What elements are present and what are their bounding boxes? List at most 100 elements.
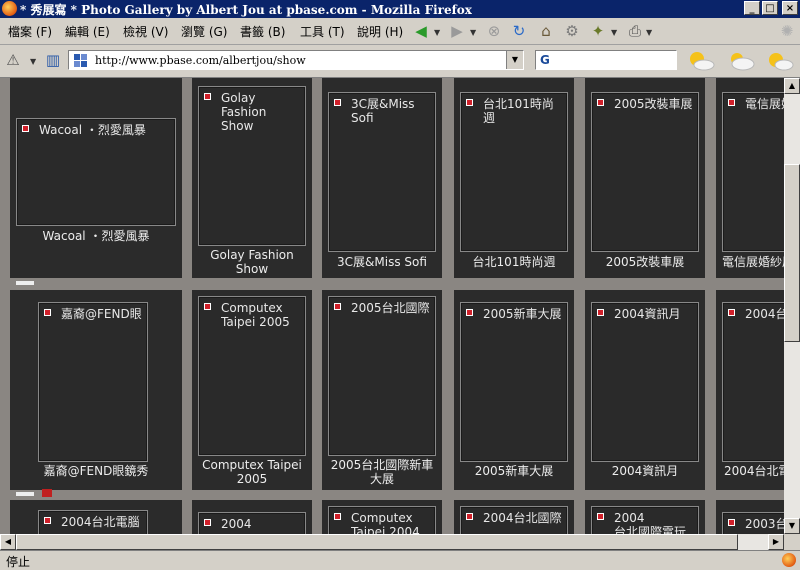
home-icon[interactable]: ⌂ (537, 22, 555, 40)
gallery-thumbnail[interactable]: 2004台北 (722, 302, 784, 462)
gallery-caption[interactable]: 2005改裝車展 (585, 255, 705, 269)
reload-icon[interactable]: ↻ (510, 22, 528, 40)
gallery-thumbnail[interactable]: 2004 (198, 512, 306, 534)
gallery-thumbnail[interactable]: 2003台 (722, 512, 784, 534)
warning-dropdown-icon[interactable]: ▼ (30, 57, 36, 66)
gallery-tile[interactable]: 2004台北 2004台北電 (716, 290, 784, 490)
search-box[interactable]: G (535, 50, 677, 70)
vertical-scroll-thumb[interactable] (784, 164, 800, 342)
gallery-thumbnail[interactable]: 台北101時尚週 (460, 92, 568, 252)
gallery-thumbnail[interactable]: 嘉裔@FEND眼 (38, 302, 148, 462)
scroll-down-icon[interactable]: ▼ (784, 518, 800, 534)
forward-dropdown-icon[interactable]: ▼ (470, 28, 476, 37)
horizontal-scrollbar[interactable]: ◀ ▶ (0, 534, 784, 550)
address-dropdown-button[interactable]: ▼ (506, 51, 523, 69)
vertical-scrollbar[interactable]: ▲ ▼ (784, 78, 800, 534)
gallery-caption[interactable]: 嘉裔@FEND眼鏡秀 (10, 464, 182, 478)
menu-help[interactable]: 說明 (H) (357, 23, 403, 40)
bullet-icon (728, 99, 735, 106)
scroll-left-icon[interactable]: ◀ (0, 534, 16, 550)
bullet-icon (204, 519, 211, 526)
gallery-tile[interactable]: 2004台北國際 (454, 500, 574, 534)
gallery-thumbnail[interactable]: Golay Fashion Show (198, 86, 306, 246)
menu-bar: 檔案 (F) 編輯 (E) 檢視 (V) 瀏覽 (G) 書籤 (B) 工具 (T… (0, 18, 800, 45)
gallery-thumbnail[interactable]: 3C展&Miss Sofi (328, 92, 436, 252)
gallery-thumbnail[interactable]: Wacoal ・烈愛風暴 (16, 118, 176, 226)
forward-icon[interactable]: ▶ (448, 22, 466, 40)
gallery-tile[interactable]: 2004資訊月 2004資訊月 (585, 290, 705, 490)
gallery-thumbnail[interactable]: 2004台北國際 (460, 506, 568, 534)
weather-sunny-icon[interactable] (764, 49, 794, 73)
gallery-thumbnail[interactable]: 電信展婚紗 (722, 92, 784, 252)
gallery-thumbnail[interactable]: Computex Taipei 2005 (198, 296, 306, 456)
gallery-caption[interactable]: 台北101時尚週 (454, 255, 574, 269)
gallery-thumbnail[interactable]: 2004資訊月 (591, 302, 699, 462)
gallery-tile[interactable]: Golay Fashion Show Golay Fashion Show (192, 78, 312, 278)
bullet-icon (466, 309, 473, 316)
gallery-thumbnail[interactable]: 2005台北國際 (328, 296, 436, 456)
search-engine-icon[interactable]: G (540, 53, 550, 67)
stop-icon[interactable]: ⊗ (485, 22, 503, 40)
gallery-tile[interactable]: 2005新車大展 2005新車大展 (454, 290, 574, 490)
thumbnail-alt-text: 電信展婚紗 (745, 97, 784, 111)
bullet-icon (597, 513, 604, 520)
menu-view[interactable]: 檢視 (V) (123, 23, 168, 40)
menu-bookmarks[interactable]: 書籤 (B) (240, 23, 285, 40)
navigation-bar: ⚠ ▼ ▥ http://www.pbase.com/albertjou/sho… (0, 45, 800, 78)
gallery-caption[interactable]: 2005台北國際新車 大展 (322, 458, 442, 486)
gallery-thumbnail[interactable]: 2004台北電腦 (38, 510, 148, 534)
gallery-tile[interactable]: Wacoal ・烈愛風暴 Wacoal ・烈愛風暴 (10, 78, 182, 278)
gallery-caption[interactable]: 3C展&Miss Sofi (322, 255, 442, 269)
gallery-tile[interactable]: Computex Taipei 2004 (322, 500, 442, 534)
gallery-tile[interactable]: 2004台北電腦 (10, 500, 182, 534)
extension-icon[interactable]: ✦ (589, 22, 607, 40)
gallery-tile[interactable]: 2003台 (716, 500, 784, 534)
horizontal-scroll-thumb[interactable] (16, 534, 738, 550)
weather-sun-cloud-icon[interactable] (686, 49, 716, 73)
menu-tools[interactable]: 工具 (T) (300, 23, 345, 40)
menu-go[interactable]: 瀏覽 (G) (181, 23, 227, 40)
gallery-tile[interactable]: 2005改裝車展 2005改裝車展 (585, 78, 705, 278)
gallery-caption[interactable]: Golay Fashion Show (192, 248, 312, 276)
close-button[interactable]: × (782, 1, 798, 15)
gallery-tile[interactable]: 台北101時尚週 台北101時尚週 (454, 78, 574, 278)
gallery-tile[interactable]: 2005台北國際 2005台北國際新車 大展 (322, 290, 442, 490)
bookmarks-sidebar-icon[interactable]: ▥ (44, 51, 62, 69)
gallery-thumbnail[interactable]: 2004 台北國際電玩展 (591, 506, 699, 534)
gallery-caption[interactable]: 電信展婚紗展 (722, 255, 784, 269)
back-dropdown-icon[interactable]: ▼ (434, 28, 440, 37)
gallery-tile[interactable]: 2004 台北國際電玩展 (585, 500, 705, 534)
print-icon[interactable]: ⎙ (626, 22, 644, 40)
gallery-tile[interactable]: 2004 (192, 500, 312, 534)
settings-icon[interactable]: ⚙ (563, 22, 581, 40)
gallery-caption[interactable]: 2005新車大展 (454, 464, 574, 478)
gallery-caption[interactable]: Wacoal ・烈愛風暴 (10, 229, 182, 243)
thumbnail-alt-text: 2004資訊月 (614, 307, 681, 321)
gallery-tile[interactable]: 嘉裔@FEND眼 嘉裔@FEND眼鏡秀 (10, 290, 182, 490)
scroll-up-icon[interactable]: ▲ (784, 78, 800, 94)
maximize-button[interactable]: □ (762, 1, 778, 15)
extension-dropdown-icon[interactable]: ▼ (611, 28, 617, 37)
gallery-caption[interactable]: 2004台北電 (724, 464, 784, 478)
weather-cloud-icon[interactable] (726, 49, 756, 73)
print-dropdown-icon[interactable]: ▼ (646, 28, 652, 37)
gallery-tile[interactable]: Computex Taipei 2005 Computex Taipei 200… (192, 290, 312, 490)
row-separator-icon (16, 281, 34, 285)
gallery-tile[interactable]: 電信展婚紗 電信展婚紗展 (716, 78, 784, 278)
gallery-thumbnail[interactable]: 2005新車大展 (460, 302, 568, 462)
back-icon[interactable]: ◀ (412, 22, 430, 40)
gallery-thumbnail[interactable]: Computex Taipei 2004 (328, 506, 436, 534)
menu-file[interactable]: 檔案 (F) (8, 23, 52, 40)
warning-icon[interactable]: ⚠ (4, 51, 22, 69)
gallery-caption[interactable]: 2004資訊月 (585, 464, 705, 478)
gallery-tile[interactable]: 3C展&Miss Sofi 3C展&Miss Sofi (322, 78, 442, 278)
firefox-status-icon (782, 553, 796, 567)
scroll-right-icon[interactable]: ▶ (768, 534, 784, 550)
minimize-button[interactable]: _ (744, 1, 760, 15)
thumbnail-alt-text: 3C展&Miss Sofi (351, 97, 415, 125)
menu-edit[interactable]: 編輯 (E) (65, 23, 110, 40)
bullet-icon (334, 513, 341, 520)
address-bar[interactable]: http://www.pbase.com/albertjou/show ▼ (68, 50, 524, 70)
gallery-caption[interactable]: Computex Taipei 2005 (192, 458, 312, 486)
gallery-thumbnail[interactable]: 2005改裝車展 (591, 92, 699, 252)
